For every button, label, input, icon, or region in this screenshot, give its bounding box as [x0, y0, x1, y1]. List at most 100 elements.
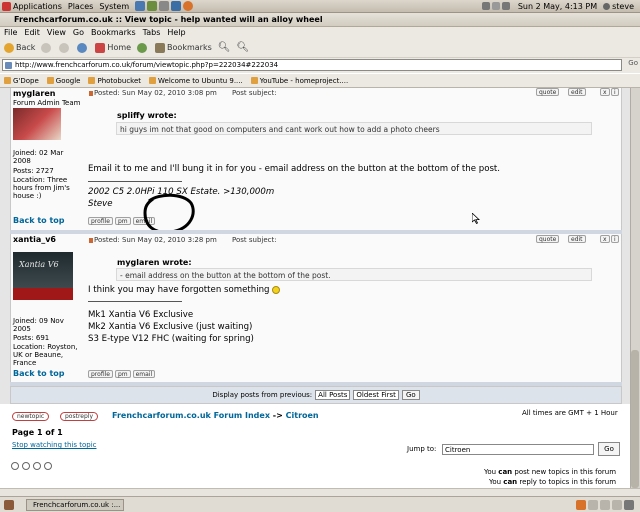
workspace-icon[interactable]: [612, 499, 622, 510]
profile-button[interactable]: profile: [88, 217, 113, 225]
bookmark-photobucket[interactable]: Photobucket: [88, 77, 141, 85]
clock[interactable]: Sun 2 May, 4:13 PM: [518, 2, 597, 11]
network-icon[interactable]: [481, 2, 490, 10]
menu-help[interactable]: Help: [167, 28, 185, 37]
post-reply-button[interactable]: postreply: [60, 412, 99, 421]
bookmark-ubuntu[interactable]: Welcome to Ubuntu 9....: [149, 77, 243, 85]
launcher-icon[interactable]: [135, 1, 146, 11]
email-button[interactable]: email: [132, 370, 156, 378]
signature-divider: [88, 301, 182, 302]
avatar-stripe: [13, 288, 73, 300]
new-topic-button[interactable]: newtopic: [12, 412, 50, 421]
forward-button[interactable]: [41, 42, 53, 53]
reload-button[interactable]: [77, 42, 89, 53]
settings-icon[interactable]: [44, 462, 52, 470]
user-name[interactable]: steve: [612, 2, 634, 11]
url-input[interactable]: http://www.frenchcarforum.co.uk/forum/vi…: [2, 59, 622, 71]
perm-text: You: [484, 468, 499, 476]
zoom-out-button[interactable]: 🔍︎: [218, 42, 231, 53]
back-button[interactable]: Back: [4, 42, 35, 53]
back-to-top-link[interactable]: Back to top: [13, 369, 65, 378]
zoom-in-button[interactable]: 🔍︎: [236, 42, 249, 53]
jump-go-button[interactable]: Go: [598, 442, 620, 456]
volume-icon[interactable]: [501, 2, 510, 10]
avatar: [13, 108, 61, 140]
bookmark-gdope[interactable]: G'Dope: [4, 77, 39, 85]
pm-button[interactable]: pm: [114, 217, 131, 225]
go-button[interactable]: Go: [628, 59, 638, 67]
workspace-icon[interactable]: [600, 499, 610, 510]
avatar: Xantia V6: [13, 252, 73, 300]
ip-button[interactable]: i: [611, 88, 619, 96]
bookmarks-button[interactable]: Bookmarks: [155, 42, 212, 53]
menu-places[interactable]: Places: [68, 2, 93, 11]
display-options-bar: Display posts from previous: All Posts O…: [10, 386, 622, 404]
stop-watching-link[interactable]: Stop watching this topic: [12, 441, 97, 449]
breadcrumb-index-link[interactable]: Frenchcarforum.co.uk Forum Index: [112, 411, 270, 420]
ip-button[interactable]: i: [611, 235, 619, 243]
system-top-panel: Applications Places System Sun 2 May, 4:…: [0, 0, 640, 13]
breadcrumb-forum-link[interactable]: Citroen: [286, 411, 319, 420]
menu-tabs[interactable]: Tabs: [143, 28, 161, 37]
workspace-icon[interactable]: [576, 499, 586, 510]
launcher-icon[interactable]: [147, 1, 158, 11]
quote-button[interactable]: quote: [536, 88, 560, 96]
perm-text: post new topics in this forum: [512, 468, 617, 476]
back-to-top-link[interactable]: Back to top: [13, 216, 65, 225]
close-icon[interactable]: [11, 462, 19, 470]
bookmark-label: G'Dope: [13, 76, 39, 85]
bookmarks-icon: [155, 42, 166, 53]
jump-to-label: Jump to:: [407, 445, 437, 453]
post-username[interactable]: xantia_v6: [13, 235, 56, 244]
bookmark-youtube[interactable]: YouTube - homeproject....: [250, 76, 349, 85]
edit-button[interactable]: edit: [568, 88, 586, 96]
smiley-icon: [272, 285, 281, 294]
menu-file[interactable]: File: [4, 28, 17, 37]
bookmarks-label: Bookmarks: [167, 43, 212, 52]
profile-button[interactable]: profile: [88, 370, 113, 378]
scrollbar-thumb[interactable]: [631, 350, 639, 488]
ubuntu-logo-icon[interactable]: [2, 1, 11, 11]
post-date: Posted: Sun May 02, 2010 3:08 pm: [94, 89, 217, 97]
workspace-icon[interactable]: [588, 499, 598, 510]
bookmark-label: YouTube - homeproject....: [259, 76, 349, 85]
menu-view[interactable]: View: [47, 28, 66, 37]
forum-post: myglaren Forum Admin Team Joined: 02 Mar…: [10, 88, 622, 234]
menu-bookmarks[interactable]: Bookmarks: [91, 28, 136, 37]
delete-button[interactable]: x: [600, 88, 610, 96]
home-button[interactable]: Home: [95, 42, 131, 53]
post-body-text: I think you may have forgotten something: [88, 285, 270, 295]
launcher-icon[interactable]: [171, 1, 182, 11]
trash-icon[interactable]: [624, 499, 634, 510]
user-joined: Joined: 09 Nov 2005: [13, 317, 64, 333]
launcher-icon[interactable]: [159, 1, 170, 11]
quote-button[interactable]: quote: [536, 235, 560, 243]
stop-button[interactable]: [59, 42, 71, 53]
taskbar-window-button[interactable]: Frenchcarforum.co.uk :...: [26, 498, 124, 511]
bookmark-google[interactable]: Google: [46, 77, 80, 85]
bookmark-label: Photobucket: [97, 76, 142, 85]
history-button[interactable]: [137, 42, 149, 53]
delete-button[interactable]: x: [600, 235, 610, 243]
menu-system[interactable]: System: [99, 2, 129, 11]
menu-go[interactable]: Go: [73, 28, 84, 37]
breadcrumb-separator: ->: [272, 411, 283, 420]
menu-bar: File Edit View Go Bookmarks Tabs Help: [0, 27, 640, 38]
sort-order-select[interactable]: Oldest First: [353, 390, 399, 400]
display-go-button[interactable]: Go: [401, 390, 420, 400]
signature-name: Steve: [88, 199, 113, 209]
signature-line: S3 E-type V12 FHC (waiting for spring): [88, 334, 254, 344]
play-icon[interactable]: [22, 462, 30, 470]
menu-edit[interactable]: Edit: [24, 28, 40, 37]
show-desktop-icon[interactable]: [4, 499, 14, 510]
post-username[interactable]: myglaren: [13, 89, 55, 98]
mail-icon[interactable]: [491, 2, 500, 10]
firefox-icon[interactable]: [183, 1, 194, 11]
menu-applications[interactable]: Applications: [13, 2, 62, 11]
stop-icon: [59, 42, 70, 53]
edit-button[interactable]: edit: [568, 235, 586, 243]
pm-button[interactable]: pm: [114, 370, 131, 378]
display-period-select[interactable]: All Posts: [315, 390, 351, 400]
print-icon[interactable]: [33, 462, 41, 470]
jump-to-select[interactable]: Citroen: [442, 444, 594, 455]
